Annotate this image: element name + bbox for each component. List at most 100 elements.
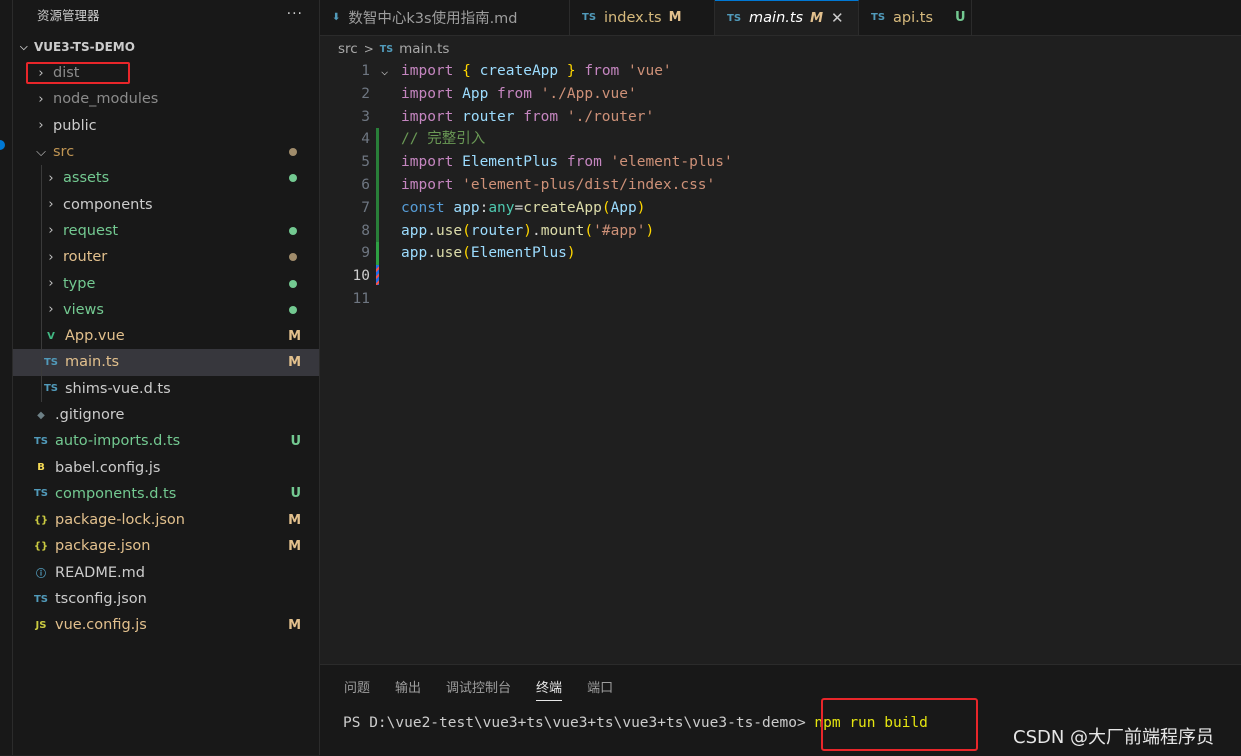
code-token: { [462, 63, 480, 79]
code-token: import [401, 63, 463, 79]
panel-tab-0[interactable]: 问题 [344, 677, 370, 701]
breadcrumb-folder[interactable]: src [338, 41, 358, 57]
tree-item-components[interactable]: › components [13, 191, 319, 218]
json-file-icon: {} [33, 514, 49, 526]
code-content: app.use(ElementPlus) [401, 242, 576, 265]
git-status-dot [289, 226, 297, 235]
ts-file-icon: TS [727, 12, 742, 24]
tree-item-package-lock-json[interactable]: {} package-lock.json M [13, 507, 319, 533]
git-added-marker [376, 151, 379, 175]
tree-item-label: vue.config.js [55, 617, 147, 634]
chevron-down-icon: ⌵ [20, 41, 28, 53]
indent-guide [41, 349, 42, 376]
highlight-box-dist [26, 62, 130, 84]
tree-item-label: babel.config.js [55, 459, 161, 476]
tree-item-app-vue[interactable]: V App.vue M [13, 322, 319, 350]
tree-item-public[interactable]: › public [13, 113, 319, 139]
chevron-right-icon: › [48, 223, 54, 239]
git-status-badge: M [288, 617, 301, 633]
info-file-icon: ⓘ [36, 569, 46, 581]
tree-item-components-d-ts[interactable]: TS components.d.ts U [13, 481, 319, 507]
tree-item-main-ts[interactable]: TS main.ts M [13, 349, 319, 376]
code-token: import [401, 177, 463, 193]
babel-file-icon: B [37, 462, 45, 474]
more-actions-icon[interactable]: ··· [287, 6, 303, 22]
tree-item-assets[interactable]: › assets [13, 165, 319, 192]
tree-item-router[interactable]: › router [13, 244, 319, 271]
tree-item-label: README.md [55, 564, 145, 581]
tree-item-label: type [63, 275, 96, 292]
terminal-prompt: PS D:\vue2-test\vue3+ts\vue3+ts\vue3+ts\… [343, 715, 815, 731]
git-added-marker [376, 128, 379, 152]
explorer-sidebar: 资源管理器 ··· ⌵ VUE3-TS-DEMO › dist › node_modu… [13, 0, 320, 755]
editor-tabs: ⬇ 数智中心k3s使用指南.md TS index.ts M TS main.ts M ✕ TS a… [320, 0, 1241, 36]
activity-badge [0, 140, 5, 150]
code-token: './App.vue' [540, 85, 637, 102]
line-number: 3 [361, 108, 370, 125]
code-content: const app:any=createApp(App) [401, 197, 646, 220]
line-number: 4 [361, 131, 370, 148]
tab-label: 数智中心k3s使用指南.md [348, 11, 518, 27]
code-token: use [435, 245, 463, 262]
workspace-root[interactable]: ⌵ VUE3-TS-DEMO [13, 34, 319, 60]
panel-tab-3[interactable]: 终端 [536, 677, 563, 701]
ts-file-icon: TS [43, 383, 59, 395]
panel-tabs: 问题 输出 调试控制台 终端 端口 [344, 677, 638, 701]
tab-label: index.ts [604, 9, 662, 26]
code-token: ElementPlus [470, 245, 567, 262]
tab-api-ts[interactable]: TS api.ts U [859, 0, 972, 35]
tree-item-vue-config-js[interactable]: JS vue.config.js M [13, 612, 319, 638]
tree-item--gitignore[interactable]: ◆ .gitignore [13, 402, 319, 428]
tree-item-views[interactable]: › views [13, 296, 319, 323]
line-number: 6 [361, 177, 370, 193]
tree-item-label: components [63, 196, 153, 213]
tree-item-babel-config-js[interactable]: Bbabel.config.js [13, 454, 319, 480]
tab-main-ts[interactable]: TS main.ts M ✕ [715, 0, 859, 35]
git-added-marker [376, 219, 379, 243]
tree-item-label: main.ts [65, 354, 120, 371]
code-token: App [462, 85, 498, 102]
code-token: ) [636, 199, 646, 216]
code-token: app [401, 245, 428, 262]
fold-chevron-icon[interactable]: ⌵ [381, 60, 388, 83]
line-number: 1 [361, 63, 370, 79]
tree-item-tsconfig-json[interactable]: TS tsconfig.json [13, 586, 319, 612]
tree-item-label: components.d.ts [55, 485, 177, 502]
tree-item-shims-vue-d-ts[interactable]: TS shims-vue.d.ts [13, 375, 319, 402]
code-line: 2 import App from './App.vue' [320, 83, 1241, 106]
tab-index-ts[interactable]: TS index.ts M [570, 0, 715, 35]
code-content: // 完整引入 [401, 128, 485, 151]
chevron-right-icon: › [48, 276, 54, 292]
tree-item-node-modules[interactable]: › node_modules [13, 86, 319, 112]
tree-item-type[interactable]: › type [13, 270, 319, 297]
git-modified-marker [376, 265, 379, 286]
code-editor[interactable]: 1 ⌵ import { createApp } from 'vue' 2 import… [320, 60, 1241, 660]
chevron-right-icon: › [48, 249, 54, 265]
tree-item-readme-md[interactable]: ⓘ README.md [13, 560, 319, 586]
code-token: . [427, 245, 436, 262]
indent-guide [41, 217, 42, 245]
code-token: import [401, 85, 463, 102]
panel-tab-1[interactable]: 输出 [395, 677, 421, 701]
tab--k3s-md[interactable]: ⬇ 数智中心k3s使用指南.md [320, 0, 570, 35]
js-file-icon: JS [35, 619, 47, 631]
watermark: CSDN @大厂前端程序员 [1013, 727, 1215, 748]
code-token: from [584, 63, 629, 79]
code-token: createApp [479, 63, 567, 79]
code-token: 'vue' [628, 63, 672, 79]
code-token: router [462, 108, 524, 125]
indent-guide [41, 375, 42, 402]
close-icon[interactable]: ✕ [831, 9, 844, 27]
git-status-badge: U [290, 486, 301, 502]
tree-item-package-json[interactable]: {} package.json M [13, 533, 319, 559]
code-token: 'element-plus/dist/index.css' [462, 177, 716, 193]
tree-item-src[interactable]: ⌵ src [13, 139, 319, 165]
panel-tab-2[interactable]: 调试控制台 [446, 677, 511, 701]
panel-tab-4[interactable]: 端口 [587, 677, 613, 701]
tree-item-auto-imports-d-ts[interactable]: TS auto-imports.d.ts U [13, 428, 319, 454]
breadcrumb-file[interactable]: main.ts [399, 41, 449, 57]
code-line: 1 ⌵ import { createApp } from 'vue' [320, 60, 1241, 83]
line-number: 7 [361, 199, 370, 216]
tree-item-request[interactable]: › request [13, 217, 319, 245]
chevron-right-icon: › [48, 197, 54, 213]
